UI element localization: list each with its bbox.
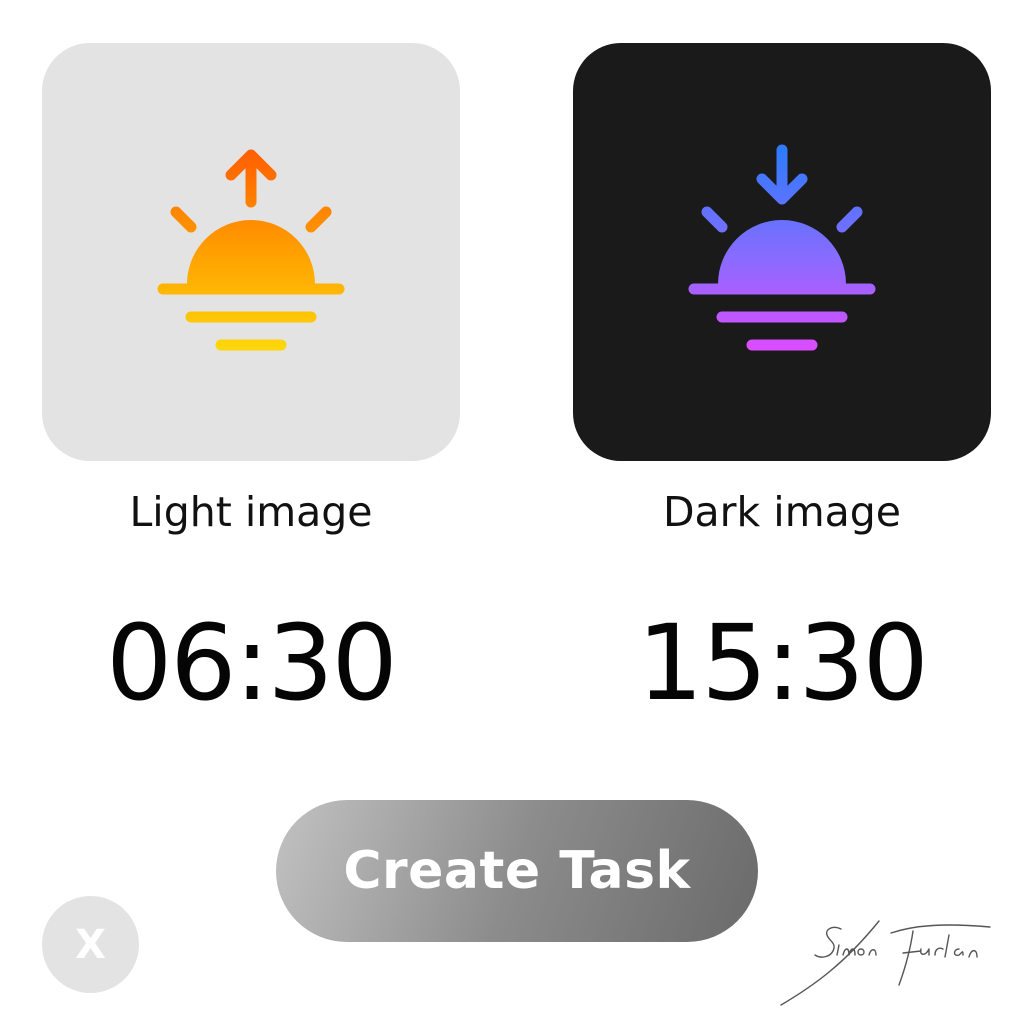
dark-time-display[interactable]: 15:30 xyxy=(573,605,991,721)
dark-image-label: Dark image xyxy=(662,488,902,536)
create-task-button[interactable]: Create Task xyxy=(276,800,758,942)
light-time-display[interactable]: 06:30 xyxy=(42,605,460,721)
light-image-card[interactable] xyxy=(42,43,460,461)
signature-logo xyxy=(780,920,991,1006)
light-image-label: Light image xyxy=(129,488,373,536)
dark-image-card[interactable] xyxy=(573,43,991,461)
close-button[interactable]: X xyxy=(42,896,139,993)
sunset-icon xyxy=(688,144,876,351)
sunrise-icon xyxy=(157,149,345,351)
close-icon: X xyxy=(75,921,106,968)
create-task-label: Create Task xyxy=(343,841,691,901)
